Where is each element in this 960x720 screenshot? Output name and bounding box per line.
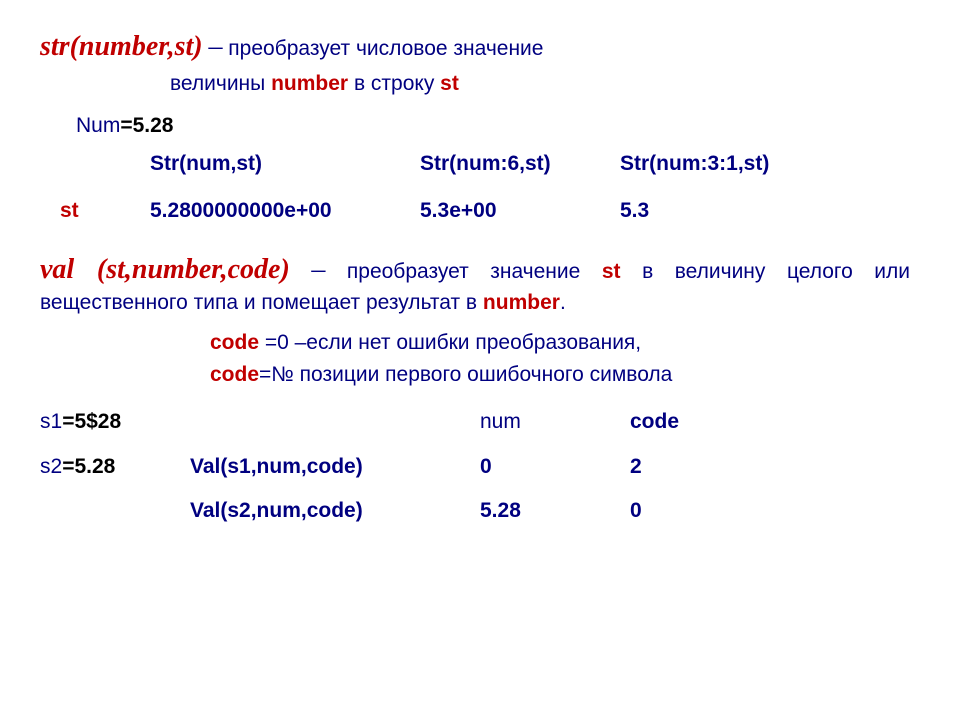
- str-heading: str(number,st) – преобразует числовое зн…: [40, 28, 920, 66]
- num-hdr: num: [480, 408, 630, 436]
- str-table: Str(num,st) Str(num:6,st) Str(num:3:1,st…: [60, 150, 920, 225]
- dash: –: [311, 254, 325, 285]
- str-func-name: str(number,st): [40, 31, 203, 62]
- s2-val: 5.28: [74, 455, 115, 478]
- col-hdr-2: Str(num:6,st): [420, 150, 620, 178]
- code-hdr: code: [630, 408, 750, 436]
- cell-2: 5.3e+00: [420, 197, 620, 225]
- val-section: val (st,number,code) – преобразует значе…: [40, 251, 920, 525]
- dash: –: [208, 31, 222, 62]
- text: величины: [170, 72, 271, 95]
- col-hdr-1: Str(num,st): [150, 150, 420, 178]
- cell-1: 5.2800000000e+00: [150, 197, 420, 225]
- call-1: Val(s1,num,code): [190, 453, 480, 481]
- num-val: 5.28: [133, 114, 174, 137]
- text: =0 –если нет ошибки преобразования,: [259, 331, 641, 354]
- s2-label: s2: [40, 455, 62, 478]
- r2-num: 5.28: [480, 497, 630, 525]
- code-line-2: сode=№ позиции первого ошибочного символ…: [210, 359, 920, 391]
- s1-label: s1: [40, 410, 62, 433]
- kw-code: сode: [210, 363, 259, 386]
- kw-number: number: [271, 72, 348, 95]
- val-func-name: val (st,number,code): [40, 254, 290, 285]
- code-explain: сode =0 –если нет ошибки преобразования,…: [210, 327, 920, 390]
- val-heading-block: val (st,number,code) – преобразует значе…: [40, 251, 910, 317]
- s1-val: 5$28: [74, 410, 121, 433]
- eq: =: [120, 114, 132, 137]
- kw-st: st: [440, 72, 459, 95]
- row-label-st: st: [60, 197, 150, 225]
- str-desc-1: преобразует числовое значение: [228, 37, 543, 60]
- text: .: [560, 291, 566, 314]
- col-hdr-3: Str(num:3:1,st): [620, 150, 820, 178]
- text: преобразует значение: [347, 260, 602, 283]
- eq: =: [62, 455, 74, 478]
- eq: =: [62, 410, 74, 433]
- kw-st: st: [602, 260, 621, 283]
- cell-3: 5.3: [620, 197, 820, 225]
- val-table: s1=5$28 num code s2=5.28 Val(s1,num,code…: [40, 408, 920, 525]
- kw-number: number: [483, 291, 560, 314]
- r1-num: 0: [480, 453, 630, 481]
- r1-code: 2: [630, 453, 750, 481]
- num-assign: Num=5.28: [76, 112, 920, 140]
- s2-assign: s2=5.28: [40, 453, 190, 481]
- num-label: Num: [76, 114, 120, 137]
- str-desc-line2: величины number в строку st: [170, 70, 920, 98]
- code-line-1: сode =0 –если нет ошибки преобразования,: [210, 327, 920, 359]
- r2-code: 0: [630, 497, 750, 525]
- text: =№ позиции первого ошибочного символа: [259, 363, 672, 386]
- call-2: Val(s2,num,code): [190, 497, 480, 525]
- text: в строку: [348, 72, 440, 95]
- s1-assign: s1=5$28: [40, 408, 190, 436]
- kw-code: сode: [210, 331, 259, 354]
